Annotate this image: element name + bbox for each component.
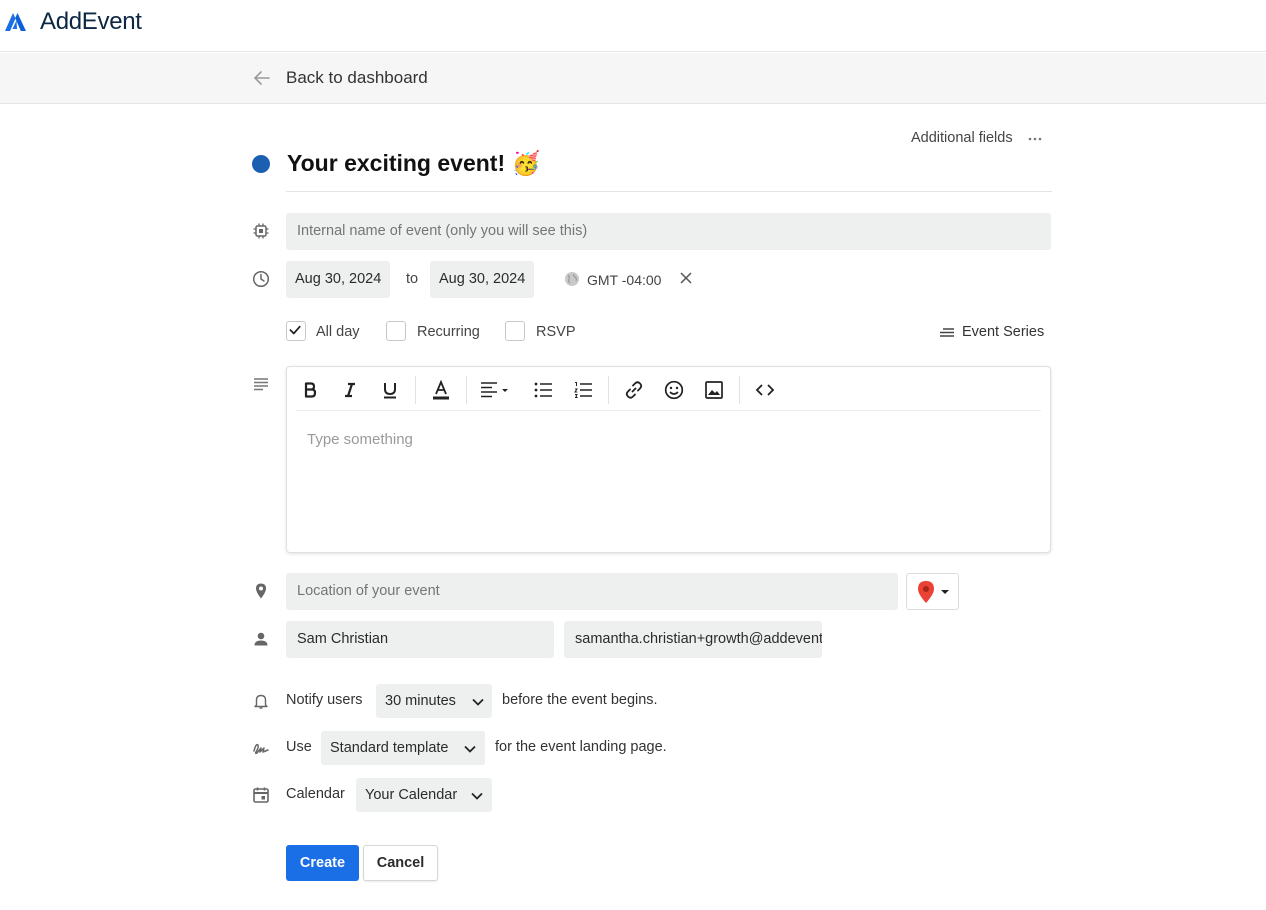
check-icon	[289, 325, 301, 335]
map-pin-icon	[918, 581, 949, 603]
calendar-prefix: Calendar	[286, 786, 345, 802]
recurring-checkbox[interactable]	[386, 321, 406, 341]
top-header	[0, 0, 1266, 52]
numbered-list-button[interactable]	[572, 379, 594, 401]
calendar-value: Your Calendar	[365, 787, 458, 803]
organizer-email-input[interactable]: samantha.christian+growth@addevent.com	[564, 621, 822, 658]
bullet-list-icon	[534, 382, 552, 398]
arrow-left-icon[interactable]	[252, 68, 272, 88]
link-icon	[625, 381, 643, 399]
lines-icon[interactable]	[939, 326, 955, 339]
timezone-selector[interactable]: GMT -04:00	[587, 272, 661, 288]
recurring-label: Recurring	[417, 324, 480, 340]
rsvp-label: RSVP	[536, 324, 576, 340]
toolbar-separator	[466, 376, 467, 404]
bold-icon	[304, 382, 317, 398]
location-pin-icon	[256, 583, 266, 599]
toolbar-separator	[608, 376, 609, 404]
calendar-icon	[253, 787, 269, 803]
notify-time-value: 30 minutes	[385, 693, 456, 709]
template-prefix: Use	[286, 739, 312, 755]
additional-fields-button[interactable]: Additional fields	[911, 130, 1013, 146]
emoji-button[interactable]	[663, 379, 685, 401]
text-color-button[interactable]	[430, 379, 452, 401]
italic-icon	[345, 382, 355, 398]
underline-icon	[384, 383, 396, 399]
image-icon	[705, 381, 723, 399]
event-title[interactable]: Your exciting event! 🥳	[287, 150, 540, 177]
internal-name-input[interactable]	[286, 213, 1051, 250]
template-suffix: for the event landing page.	[495, 739, 667, 755]
editor-placeholder[interactable]: Type something	[307, 431, 413, 448]
event-color-picker[interactable]	[252, 155, 270, 173]
all-day-checkbox[interactable]	[286, 321, 306, 341]
underline-button[interactable]	[379, 379, 401, 401]
end-date-input[interactable]: Aug 30, 2024	[430, 261, 535, 298]
notify-suffix: before the event begins.	[502, 692, 658, 708]
link-button[interactable]	[623, 379, 645, 401]
start-date-input[interactable]: Aug 30, 2024	[286, 261, 391, 298]
numbered-list-icon	[574, 382, 592, 398]
location-input[interactable]	[286, 573, 898, 610]
calendar-select[interactable]: Your Calendar	[356, 778, 492, 812]
all-day-label: All day	[316, 324, 360, 340]
create-button[interactable]: Create	[286, 845, 359, 881]
clock-icon	[252, 270, 270, 288]
code-view-button[interactable]	[754, 379, 776, 401]
chevron-down-icon	[471, 792, 483, 800]
chip-icon	[253, 223, 269, 239]
rsvp-checkbox[interactable]	[505, 321, 525, 341]
image-button[interactable]	[703, 379, 725, 401]
text-color-icon	[433, 380, 449, 400]
cancel-button[interactable]: Cancel	[363, 845, 438, 881]
close-icon[interactable]	[679, 271, 693, 285]
date-to-label: to	[406, 271, 419, 287]
back-to-dashboard-link[interactable]: Back to dashboard	[286, 68, 428, 88]
person-icon	[254, 632, 268, 646]
globe-icon	[565, 272, 579, 286]
chevron-down-icon	[464, 745, 476, 753]
emoji-icon	[664, 380, 684, 400]
chevron-down-icon	[472, 698, 484, 706]
bullet-list-button[interactable]	[532, 379, 554, 401]
align-dropdown[interactable]	[479, 379, 511, 401]
toolbar-separator	[415, 376, 416, 404]
description-icon	[254, 378, 268, 391]
signature-icon	[253, 743, 269, 755]
brand-name[interactable]: AddEvent	[40, 8, 142, 36]
code-icon	[755, 384, 775, 396]
toolbar-separator	[739, 376, 740, 404]
toolbar-divider	[296, 410, 1041, 411]
map-provider-dropdown[interactable]	[906, 573, 959, 610]
notify-prefix: Notify users	[286, 692, 363, 708]
title-divider	[286, 191, 1052, 192]
back-bar	[0, 53, 1266, 104]
template-value: Standard template	[330, 740, 449, 756]
italic-button[interactable]	[339, 379, 361, 401]
align-left-icon	[481, 382, 508, 398]
organizer-name-input[interactable]: Sam Christian	[286, 621, 554, 658]
more-dots-icon[interactable]	[1027, 131, 1043, 147]
bell-icon	[254, 694, 268, 709]
event-series-button[interactable]: Event Series	[962, 324, 1044, 340]
template-select[interactable]: Standard template	[321, 731, 485, 765]
bold-button[interactable]	[299, 379, 321, 401]
addevent-logo-icon[interactable]	[4, 11, 28, 33]
notify-time-select[interactable]: 30 minutes	[376, 684, 492, 718]
